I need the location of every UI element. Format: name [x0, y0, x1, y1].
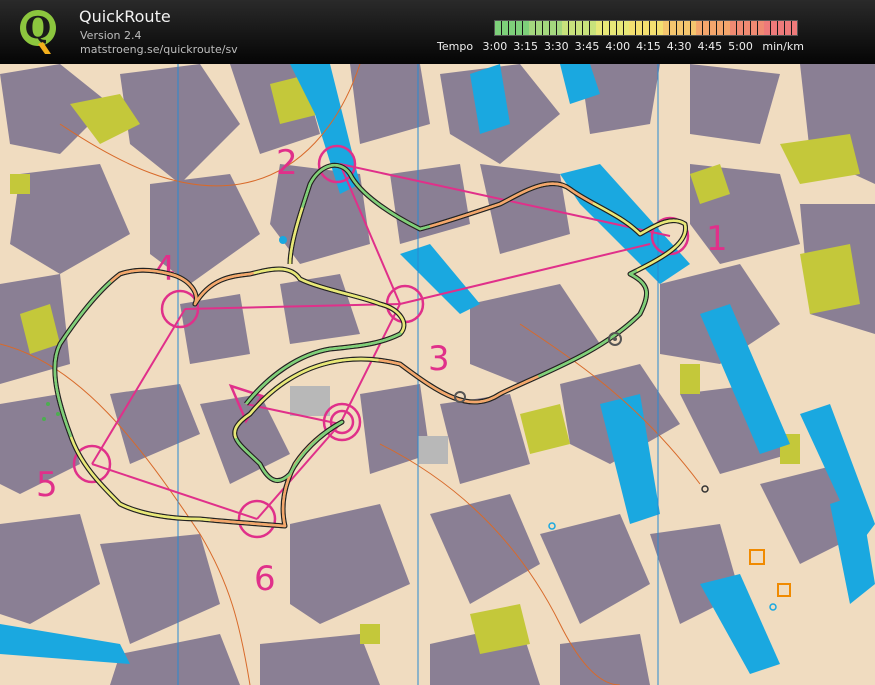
pace-scale-labels: Tempo 3:00 3:15 3:30 3:45 4:00 4:15 4:30 4:45 5:… — [437, 40, 804, 53]
app-website[interactable]: matstroeng.se/quickroute/sv — [80, 43, 238, 56]
pace-scale-unit: min/km — [762, 40, 804, 53]
pace-scale-tick: 5:00 — [728, 40, 753, 53]
pace-scale-segment — [662, 21, 697, 35]
map-canvas[interactable]: 1 2 3 4 5 6 — [0, 64, 875, 685]
pace-scale-segment — [562, 21, 596, 35]
pace-scale-segment — [629, 21, 663, 35]
pace-scale-tick: 4:45 — [697, 40, 723, 53]
pace-scale-segment — [763, 21, 798, 35]
control-number-3: 3 — [428, 339, 450, 379]
fountain-icon — [279, 236, 287, 244]
orienteering-map[interactable]: 1 2 3 4 5 6 — [0, 64, 875, 685]
pace-scale-tick: 3:00 — [482, 40, 508, 53]
app-title: QuickRoute — [79, 7, 171, 26]
pace-scale-ticks: 3:00 3:15 3:30 3:45 4:00 4:15 4:30 4:45 5:00 — [477, 40, 753, 53]
pace-scale-segment — [696, 21, 730, 35]
pace-scale-tick: 4:00 — [605, 40, 631, 53]
app-header: Q QuickRoute Version 2.4 matstroeng.se/q… — [0, 0, 875, 64]
pace-scale-label: Tempo — [437, 40, 474, 53]
pace-scale-segment — [729, 21, 764, 35]
logo-letter: Q — [25, 11, 51, 46]
control-number-2: 2 — [276, 143, 298, 183]
pace-scale-segment — [495, 21, 529, 35]
control-number-5: 5 — [36, 465, 58, 505]
pace-scale-tick: 3:30 — [543, 40, 569, 53]
pace-scale-tick: 4:30 — [666, 40, 692, 53]
control-number-6: 6 — [254, 559, 276, 599]
pace-scale-tick: 4:15 — [636, 40, 661, 53]
pace-scale-segment — [595, 21, 630, 35]
control-number-1: 1 — [706, 219, 728, 259]
quickroute-logo-icon: Q — [20, 10, 56, 54]
pace-scale-segment — [528, 21, 563, 35]
pace-scale-tick: 3:15 — [513, 40, 538, 53]
app-version: Version 2.4 — [80, 29, 142, 42]
pace-color-scale — [494, 20, 798, 36]
pace-scale-tick: 3:45 — [574, 40, 600, 53]
